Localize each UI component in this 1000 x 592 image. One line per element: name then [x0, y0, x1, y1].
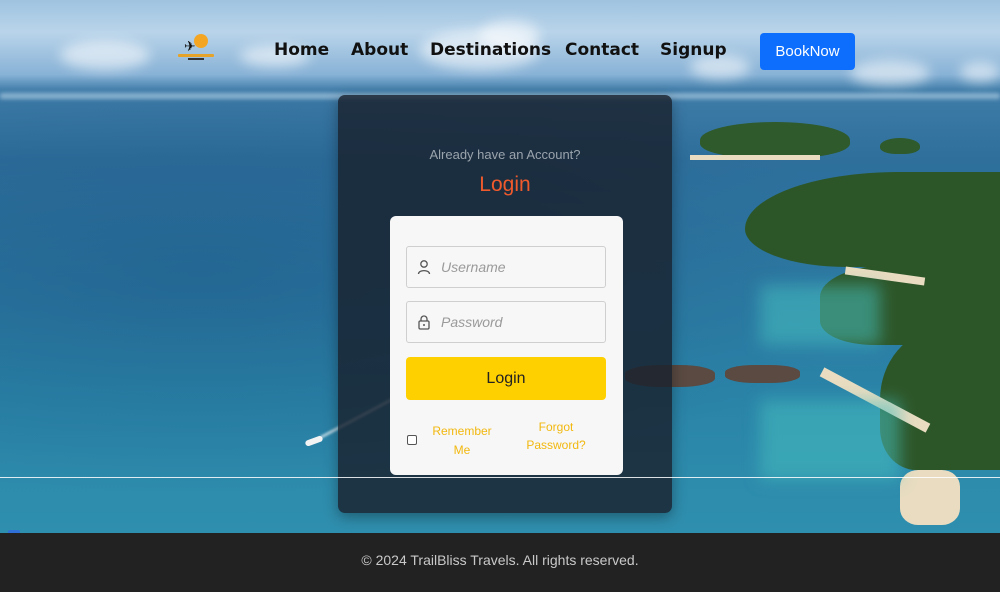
account-prompt: Already have an Account? [429, 147, 581, 162]
remember-me-checkbox[interactable] [407, 435, 417, 445]
nav-about-link[interactable]: About [351, 40, 408, 60]
navbar: ✈ Home About Destinations Contact Signup… [0, 0, 1000, 100]
nav-home-link[interactable]: Home [274, 40, 329, 60]
footer: © 2024 TrailBliss Travels. All rights re… [0, 533, 1000, 592]
login-title: Login [479, 173, 531, 196]
login-button[interactable]: Login [406, 357, 606, 400]
username-field[interactable] [406, 246, 606, 288]
remember-me-label: Remember Me [432, 424, 492, 457]
login-form: Login Remember Me Forgot Password? [390, 216, 623, 475]
password-input[interactable] [441, 302, 601, 342]
nav-destinations-link[interactable]: Destinations [430, 40, 551, 60]
login-panel: Already have an Account? Login Login Rem… [338, 95, 672, 513]
password-field[interactable] [406, 301, 606, 343]
forgot-password-link[interactable]: Forgot Password? [516, 418, 596, 454]
nav-signup-link[interactable]: Signup [660, 40, 727, 60]
username-input[interactable] [441, 247, 601, 287]
lock-icon [418, 315, 430, 330]
divider-line [0, 477, 1000, 478]
nav-contact-link[interactable]: Contact [565, 40, 639, 60]
user-icon [417, 260, 431, 275]
logo-plane-icon[interactable]: ✈ [176, 32, 216, 62]
footer-copyright: © 2024 TrailBliss Travels. All rights re… [361, 552, 639, 568]
book-now-button[interactable]: BookNow [760, 33, 855, 70]
